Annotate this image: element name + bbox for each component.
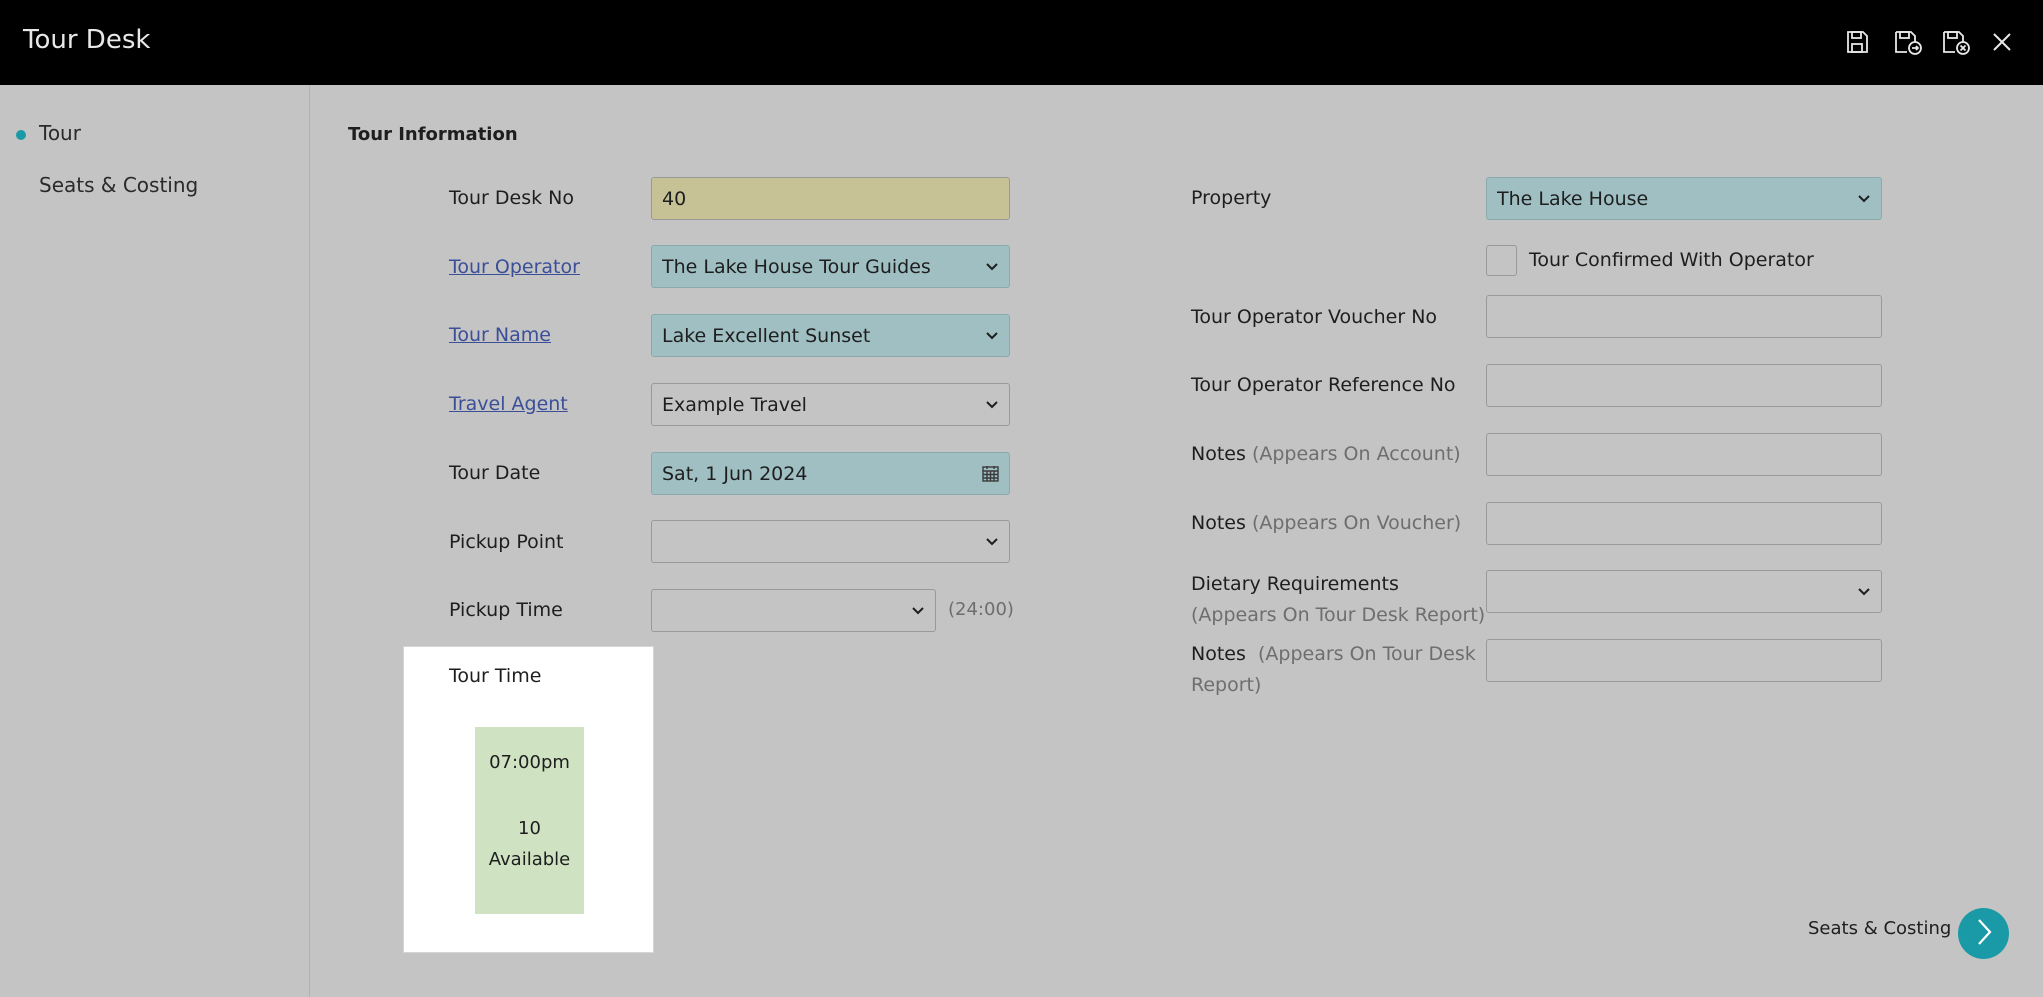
tour-date-label: Tour Date [449, 462, 541, 484]
pickup-time-select[interactable] [651, 589, 936, 632]
save-icon[interactable] [1840, 25, 1874, 59]
travel-agent-value: Example Travel [662, 393, 807, 416]
title-bar: Tour Desk [0, 0, 2043, 85]
notes-report-field[interactable] [1486, 639, 1882, 682]
active-indicator-dot [16, 130, 26, 140]
dietary-hint: (Appears On Tour Desk Report) [1191, 604, 1486, 626]
tour-name-link[interactable]: Tour Name [449, 319, 551, 351]
tour-desk-no-value: 40 [662, 187, 687, 210]
tour-time-slot-availability: Available [488, 849, 571, 870]
tour-time-label: Tour Time [449, 665, 542, 687]
sidebar [0, 85, 310, 997]
calendar-icon[interactable] [981, 465, 999, 483]
tour-operator-value: The Lake House Tour Guides [662, 255, 931, 278]
tour-desk-no-label: Tour Desk No [449, 187, 574, 209]
section-title: Tour Information [348, 124, 518, 145]
property-label: Property [1191, 187, 1272, 209]
travel-agent-link[interactable]: Travel Agent [449, 388, 568, 420]
notes-account-label: Notes (Appears On Account) [1191, 438, 1461, 470]
chevron-down-icon [985, 260, 999, 274]
chevron-down-icon [1857, 192, 1871, 206]
tour-date-value: Sat, 1 Jun 2024 [662, 462, 808, 485]
tour-desk-no-field[interactable]: 40 [651, 177, 1010, 220]
tour-confirmed-label: Tour Confirmed With Operator [1529, 249, 1814, 271]
notes-account-label-text: Notes [1191, 443, 1246, 465]
dietary-label: Dietary Requirements (Appears On Tour De… [1191, 569, 1493, 631]
voucher-no-label: Tour Operator Voucher No [1191, 306, 1438, 328]
notes-voucher-label-text: Notes [1191, 512, 1246, 534]
chevron-right-icon [1974, 917, 1994, 951]
voucher-no-field[interactable] [1486, 295, 1882, 338]
app-title: Tour Desk [23, 25, 151, 55]
tour-operator-select[interactable]: The Lake House Tour Guides [651, 245, 1010, 288]
chevron-down-icon [985, 398, 999, 412]
notes-voucher-label: Notes (Appears On Voucher) [1191, 507, 1461, 539]
chevron-down-icon [911, 604, 925, 618]
property-select[interactable]: The Lake House [1486, 177, 1882, 220]
tour-confirmed-checkbox[interactable] [1486, 245, 1517, 276]
dietary-label-text: Dietary Requirements [1191, 573, 1399, 595]
tour-time-slot-count: 10 [518, 818, 541, 839]
notes-account-hint: (Appears On Account) [1251, 443, 1461, 465]
reference-no-label: Tour Operator Reference No [1191, 374, 1456, 396]
pickup-time-label: Pickup Time [449, 599, 563, 621]
tour-operator-link[interactable]: Tour Operator [449, 251, 580, 283]
tour-time-panel: Tour Time 07:00pm 10 Available [403, 646, 654, 953]
notes-report-label: Notes (Appears On Tour Desk Report) [1191, 639, 1481, 701]
notes-account-field[interactable] [1486, 433, 1882, 476]
pickup-point-label: Pickup Point [449, 531, 564, 553]
travel-agent-select[interactable]: Example Travel [651, 383, 1010, 426]
next-section-label[interactable]: Seats & Costing [1808, 918, 1951, 939]
save-and-new-icon[interactable] [1891, 25, 1925, 59]
close-icon[interactable] [1985, 25, 2019, 59]
next-button[interactable] [1958, 908, 2009, 959]
reference-no-field[interactable] [1486, 364, 1882, 407]
notes-voucher-field[interactable] [1486, 502, 1882, 545]
chevron-down-icon [1857, 585, 1871, 599]
tour-time-slot[interactable]: 07:00pm 10 Available [475, 727, 584, 914]
dietary-select[interactable] [1486, 570, 1882, 613]
chevron-down-icon [985, 329, 999, 343]
tour-time-slot-time: 07:00pm [489, 752, 570, 773]
pickup-point-select[interactable] [651, 520, 1010, 563]
save-and-close-icon[interactable] [1939, 25, 1973, 59]
tour-name-select[interactable]: Lake Excellent Sunset [651, 314, 1010, 357]
notes-voucher-hint: (Appears On Voucher) [1251, 512, 1462, 534]
tour-name-value: Lake Excellent Sunset [662, 324, 871, 347]
sidebar-item-tour[interactable]: Tour [39, 121, 81, 145]
notes-report-label-text: Notes [1191, 643, 1246, 665]
property-value: The Lake House [1497, 187, 1649, 210]
pickup-time-hint: (24:00) [948, 599, 1014, 620]
chevron-down-icon [985, 535, 999, 549]
sidebar-item-seats-costing[interactable]: Seats & Costing [39, 173, 198, 197]
tour-date-field[interactable]: Sat, 1 Jun 2024 [651, 452, 1010, 495]
